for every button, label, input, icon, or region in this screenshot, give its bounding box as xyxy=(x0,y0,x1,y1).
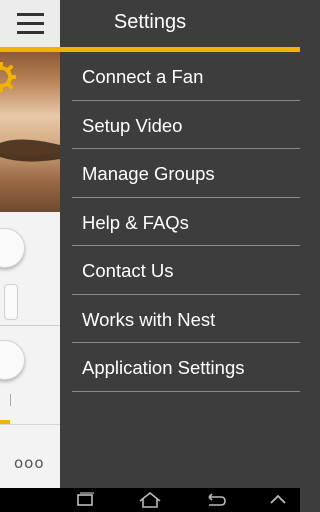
light-toggle[interactable] xyxy=(0,340,25,380)
drawer-title: Settings xyxy=(113,11,187,33)
slider-tick xyxy=(10,394,11,406)
app-panel: ooo xyxy=(0,0,60,488)
hamburger-icon-bar-2 xyxy=(17,22,44,25)
menu-button[interactable] xyxy=(0,0,60,47)
system-nav-bar xyxy=(0,488,300,512)
hamburger-icon-bar-3 xyxy=(17,31,44,34)
settings-menu: Connect a Fan Setup Video Manage Groups … xyxy=(60,52,300,392)
hamburger-icon-bar-1 xyxy=(17,13,44,16)
menu-item-application-settings[interactable]: Application Settings xyxy=(60,343,300,392)
drawer-header: Settings xyxy=(60,0,300,47)
menu-item-setup-video[interactable]: Setup Video xyxy=(60,101,300,149)
more-options-icon[interactable]: ooo xyxy=(14,454,45,472)
fan-blade-graphic xyxy=(0,139,60,162)
home-icon[interactable] xyxy=(130,488,170,512)
power-toggle[interactable] xyxy=(0,228,25,268)
gear-icon[interactable] xyxy=(0,62,16,92)
menu-item-manage-groups[interactable]: Manage Groups xyxy=(60,149,300,198)
back-icon[interactable] xyxy=(195,488,235,512)
menu-item-works-with-nest[interactable]: Works with Nest xyxy=(60,295,300,343)
menu-item-help-faqs[interactable]: Help & FAQs xyxy=(60,198,300,246)
divider xyxy=(0,424,60,425)
recent-apps-icon[interactable] xyxy=(65,488,105,512)
menu-item-contact-us[interactable]: Contact Us xyxy=(60,246,300,295)
settings-drawer: Settings Connect a Fan Setup Video Manag… xyxy=(60,0,300,488)
speed-slider-handle[interactable] xyxy=(4,284,18,320)
menu-item-connect-a-fan[interactable]: Connect a Fan xyxy=(60,52,300,101)
divider xyxy=(0,325,60,326)
chevron-up-icon[interactable] xyxy=(258,488,298,512)
